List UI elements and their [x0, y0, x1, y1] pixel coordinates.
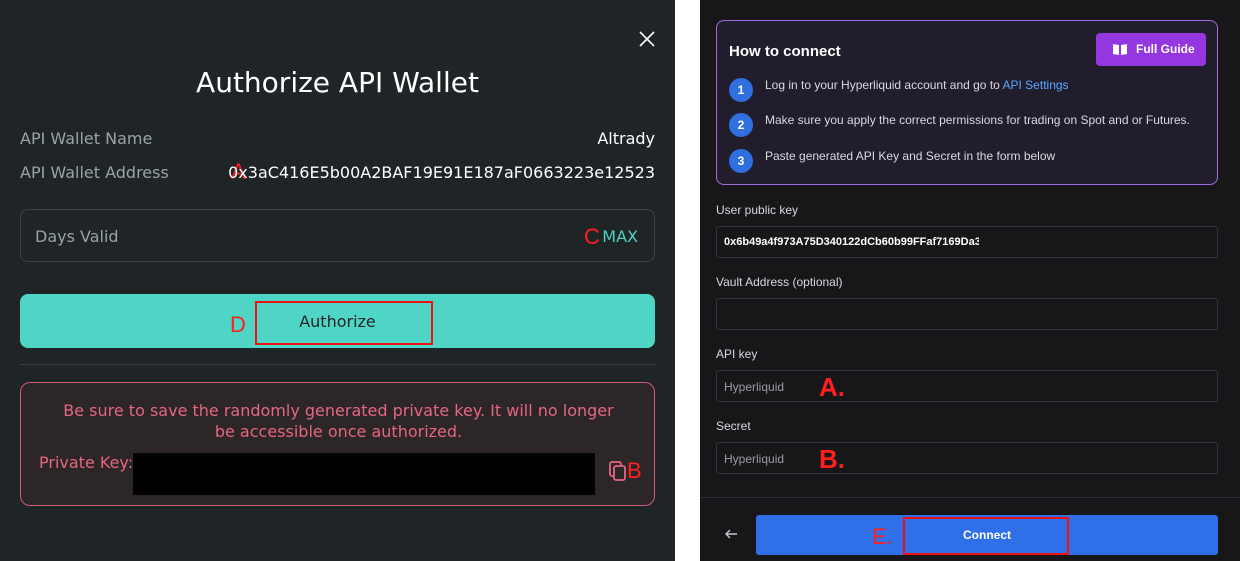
step-text: Paste generated API Key and Secret in th…	[765, 149, 1056, 163]
wallet-address-label: API Wallet Address	[20, 163, 169, 182]
days-valid-placeholder: Days Valid	[35, 227, 119, 246]
user-public-key-value: 0x6b49a4f973A75D340122dCb60b99FFaf7169Da…	[724, 236, 979, 248]
close-icon[interactable]	[636, 28, 658, 50]
full-guide-button[interactable]: Full Guide	[1096, 33, 1206, 66]
api-settings-link[interactable]: API Settings	[1003, 78, 1069, 92]
api-key-label: API key	[716, 347, 758, 361]
divider	[20, 364, 655, 365]
step-text: Make sure you apply the correct permissi…	[765, 113, 1190, 127]
vault-address-label: Vault Address (optional)	[716, 275, 843, 289]
wallet-address-value: 0x3aC416E5b00A2BAF19E91E187aF0663223e125…	[228, 163, 655, 182]
api-key-placeholder: Hyperliquid	[724, 380, 785, 394]
highlight-box-authorize	[255, 301, 433, 345]
secret-input[interactable]: Hyperliquid B.	[716, 442, 1218, 474]
annotation-b: B.	[819, 444, 845, 474]
copy-icon[interactable]	[608, 460, 628, 482]
user-public-key-input[interactable]: 0x6b49a4f973A75D340122dCb60b99FFaf7169Da…	[716, 226, 1218, 258]
how-to-connect-box: How to connect Full Guide 1 Log in to yo…	[716, 20, 1218, 185]
step-number: 3	[729, 149, 753, 173]
step-number: 1	[729, 78, 753, 102]
api-key-input[interactable]: Hyperliquid A.	[716, 370, 1218, 402]
dialog-title: Authorize API Wallet	[196, 66, 479, 99]
annotation-a: A.	[819, 372, 845, 402]
private-key-value-redacted	[133, 453, 595, 495]
book-icon	[1112, 43, 1128, 56]
days-valid-input[interactable]: Days Valid C MAX	[20, 209, 655, 262]
connect-exchange-panel: How to connect Full Guide 1 Log in to yo…	[700, 0, 1240, 561]
warning-text: Be sure to save the randomly generated p…	[63, 401, 614, 441]
highlight-box-connect	[903, 517, 1069, 555]
private-key-warning: Be sure to save the randomly generated p…	[20, 382, 655, 506]
annotation-c: C	[584, 224, 600, 249]
wallet-name-label: API Wallet Name	[20, 129, 153, 148]
wallet-name-value: Altrady	[597, 129, 655, 148]
step-number: 2	[729, 113, 753, 137]
secret-label: Secret	[716, 419, 751, 433]
vault-address-input[interactable]	[716, 298, 1218, 330]
authorize-api-wallet-dialog: Authorize API Wallet API Wallet Name Alt…	[0, 0, 675, 561]
secret-placeholder: Hyperliquid	[724, 452, 785, 466]
annotation-b: B	[627, 458, 642, 483]
arrow-left-icon[interactable]	[723, 526, 739, 542]
step-text: Log in to your Hyperliquid account and g…	[765, 78, 1069, 92]
how-to-connect-title: How to connect	[729, 43, 841, 60]
user-public-key-label: User public key	[716, 203, 799, 217]
divider	[700, 497, 1240, 498]
private-key-label: Private Key:	[39, 453, 134, 472]
full-guide-label: Full Guide	[1136, 42, 1195, 56]
max-button[interactable]: MAX	[602, 227, 638, 246]
